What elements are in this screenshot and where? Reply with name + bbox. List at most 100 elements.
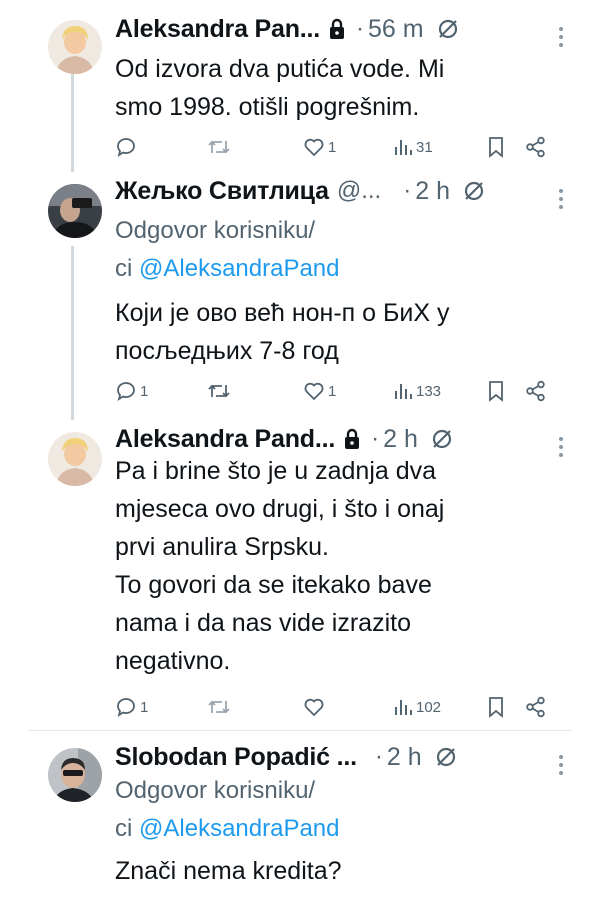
share-icon (526, 380, 545, 402)
views-count: 31 (416, 138, 433, 156)
reply-label: Odgovor korisniku/ (115, 777, 316, 804)
more-icon[interactable] (558, 754, 564, 776)
author-name[interactable]: Aleksandra Pan... (115, 15, 320, 44)
timeline: Aleksandra Pan... · 56 m Od izvora dva p… (0, 0, 600, 900)
tweet[interactable]: Жељко Свитлица @... · 2 h Odgovor korisn… (28, 172, 572, 410)
bookmark-icon (489, 381, 503, 402)
views-icon (395, 140, 412, 155)
lock-icon (345, 428, 360, 449)
reply-icon (117, 138, 135, 157)
left-margin (0, 0, 28, 900)
tweet-text-line: prvi anulira Srpsku. (115, 533, 329, 561)
views-button[interactable]: 102 (393, 692, 441, 722)
like-count: 1 (328, 382, 337, 400)
timestamp[interactable]: 56 m (368, 15, 424, 44)
repost-button[interactable] (207, 132, 234, 162)
views-button[interactable]: 31 (393, 132, 433, 162)
reply-button[interactable] (115, 132, 140, 162)
tweet-text-line: Od izvora dva putića vode. Mi (115, 55, 445, 83)
right-margin (572, 0, 600, 900)
separator-dot: · (356, 15, 365, 42)
mention-link[interactable]: @AleksandraPand (139, 255, 339, 282)
separator-dot: · (371, 425, 380, 452)
reply-button[interactable]: 1 (115, 376, 148, 406)
author-name[interactable]: Жељко Свитлица (115, 177, 329, 206)
tweet-text-line: mjeseca ovo drugi, i što i onaj (115, 495, 445, 523)
tweet-text: Који је ово већ нон-п о БиХ у посљедњих … (115, 294, 555, 370)
repost-button[interactable] (207, 692, 234, 722)
repost-icon (208, 140, 230, 154)
grok-icon[interactable] (462, 179, 486, 203)
views-button[interactable]: 133 (393, 376, 441, 406)
tweet[interactable]: Aleksandra Pan... · 56 m Od izvora dva p… (28, 10, 572, 160)
separator-dot: · (374, 743, 383, 770)
tweet-text: Znači nema kredita? (115, 852, 555, 890)
tweet-text-line: nama i da nas vide izrazito (115, 609, 411, 637)
tweet-divider (28, 730, 572, 731)
tweet-text-line: To govori da se itekako bave (115, 571, 432, 599)
views-icon (395, 700, 412, 715)
share-icon (526, 696, 545, 718)
tweet-text-line: посљедњих 7-8 год (115, 337, 339, 365)
avatar[interactable] (48, 432, 102, 486)
reply-count: 1 (140, 382, 149, 400)
tweet-header: Slobodan Popadić ... · 2 h (115, 738, 562, 776)
like-count: 1 (328, 138, 337, 156)
like-button[interactable]: 1 (303, 132, 336, 162)
reply-context: Odgovor korisniku/ ci @AleksandraPand (115, 772, 340, 848)
like-button[interactable] (303, 692, 328, 722)
bookmark-icon (489, 137, 503, 158)
bookmark-button[interactable] (487, 376, 505, 406)
reply-icon (117, 382, 135, 401)
reply-count: 1 (140, 698, 149, 716)
timestamp[interactable]: 2 h (387, 743, 422, 772)
tweet[interactable]: Aleksandra Pand... · 2 h Pa i brine što … (28, 420, 572, 725)
tweet-text-line: smo 1998. otišli pogrešnim. (115, 93, 420, 121)
reply-context: Odgovor korisniku/ ci @AleksandraPand (115, 212, 340, 288)
action-bar: 1 31 (115, 132, 552, 162)
author-name[interactable]: Slobodan Popadić ... (115, 743, 357, 772)
avatar[interactable] (48, 748, 102, 802)
share-button[interactable] (525, 692, 547, 722)
grok-icon[interactable] (436, 17, 460, 41)
reply-label-suffix: ci (115, 255, 133, 282)
tweet-text: Od izvora dva putića vode. Mi smo 1998. … (115, 50, 555, 126)
tweet[interactable]: Slobodan Popadić ... · 2 h Odgovor koris… (28, 738, 572, 900)
bookmark-button[interactable] (487, 132, 505, 162)
tweet-text-line: Који је ово већ нон-п о БиХ у (115, 299, 450, 327)
reply-label: Odgovor korisniku/ (115, 217, 316, 244)
tweet-header: Жељко Свитлица @... · 2 h (115, 172, 562, 210)
tweet-text-line: negativno. (115, 647, 231, 675)
bookmark-button[interactable] (487, 692, 505, 722)
grok-icon[interactable] (434, 745, 458, 769)
mention-link[interactable]: @AleksandraPand (139, 815, 339, 842)
share-button[interactable] (525, 376, 547, 406)
more-icon[interactable] (558, 26, 564, 48)
timestamp[interactable]: 2 h (383, 425, 418, 454)
action-bar: 1 1 133 (115, 376, 552, 406)
like-icon (304, 698, 324, 717)
repost-button[interactable] (207, 376, 234, 406)
avatar[interactable] (48, 184, 102, 238)
timestamp[interactable]: 2 h (415, 177, 450, 206)
like-icon (304, 382, 324, 401)
tweet-text: Pa i brine što je u zadnja dva mjeseca o… (115, 452, 555, 680)
tweet-header: Aleksandra Pan... · 56 m (115, 10, 562, 48)
avatar[interactable] (48, 20, 102, 74)
more-icon[interactable] (558, 188, 564, 210)
reply-icon (117, 698, 135, 717)
grok-icon[interactable] (430, 427, 454, 451)
author-handle[interactable]: @... (337, 177, 381, 205)
author-name[interactable]: Aleksandra Pand... (115, 425, 335, 454)
reply-button[interactable]: 1 (115, 692, 148, 722)
views-count: 133 (416, 382, 442, 400)
bookmark-icon (489, 697, 503, 718)
more-icon[interactable] (558, 436, 564, 458)
repost-icon (208, 700, 230, 714)
like-button[interactable]: 1 (303, 376, 336, 406)
tweet-text-line: Znači nema kredita? (115, 857, 342, 885)
share-icon (526, 136, 545, 158)
separator-dot: · (403, 177, 412, 204)
share-button[interactable] (525, 132, 547, 162)
reply-label-suffix: ci (115, 815, 133, 842)
